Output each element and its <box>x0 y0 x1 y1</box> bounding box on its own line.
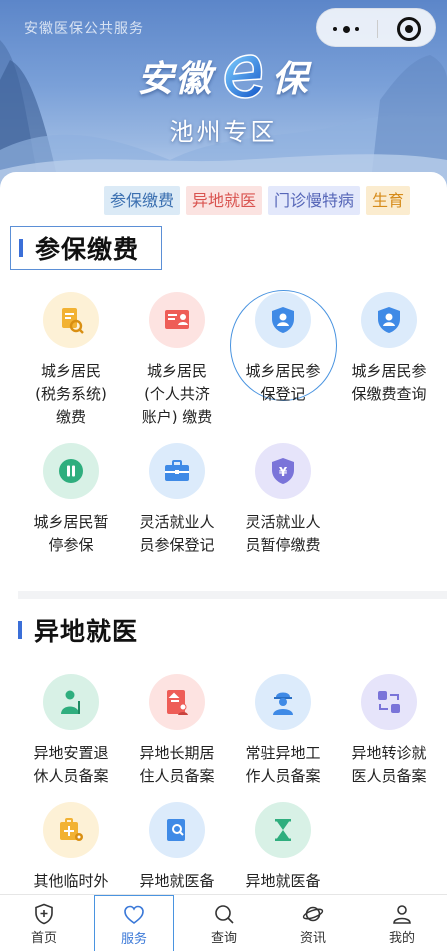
shield-user-icon <box>361 292 417 348</box>
svg-text:¥: ¥ <box>279 465 288 479</box>
quick-tab-chronic[interactable]: 门诊慢特病 <box>268 186 361 215</box>
tab-label: 我的 <box>388 931 415 946</box>
shield-user-icon <box>255 292 311 348</box>
tab-label: 首页 <box>30 931 57 946</box>
tab-query[interactable]: 查询 <box>184 895 264 951</box>
document-search-icon <box>43 292 99 348</box>
service-item-retiree-filing[interactable]: 异地安置退 休人员备案 <box>21 674 121 788</box>
tab-news[interactable]: 资讯 <box>273 895 353 951</box>
briefcase-icon <box>149 443 205 499</box>
section-accent-bar <box>19 239 23 257</box>
planet-icon <box>302 906 324 922</box>
tab-label: 服务 <box>120 932 147 947</box>
quick-tab-insurance[interactable]: 参保缴费 <box>104 186 181 215</box>
user-icon <box>393 905 411 924</box>
service-item-flexible-registration[interactable]: 灵活就业人 员参保登记 <box>127 443 227 557</box>
section-accent-bar <box>18 621 22 639</box>
app-logo: 安徽 保 <box>0 50 447 106</box>
header-banner: 安徽医保公共服务 安徽 保 池州专区 <box>0 0 447 190</box>
medical-kit-location-icon <box>43 802 99 858</box>
section-header-insurance: 参保缴费 <box>10 226 162 270</box>
search-icon <box>215 905 234 924</box>
quick-tab-maternity[interactable]: 生育 <box>366 186 411 215</box>
transfer-icon <box>361 674 417 730</box>
logo-text-left: 安徽 <box>137 59 214 100</box>
service-label: 异地就医备 <box>245 872 321 890</box>
service-item-resident-tax-payment[interactable]: 城乡居民 (税务系统) 缴费 <box>21 292 121 429</box>
service-item-remote-filing-status[interactable]: 异地就医备 <box>233 802 333 893</box>
section-header-remote: 异地就医 <box>10 608 162 652</box>
e-logo-icon <box>223 54 263 99</box>
service-label: 其他临时外 <box>33 872 109 890</box>
service-label: 城乡居民暂 停参保 <box>33 513 109 554</box>
service-item-resident-suspend[interactable]: 城乡居民暂 停参保 <box>21 443 121 557</box>
service-item-resident-registration[interactable]: 城乡居民参 保登记 <box>233 292 333 406</box>
service-item-long-term-residence-filing[interactable]: 异地长期居 住人员备案 <box>127 674 227 788</box>
region-title: 池州专区 <box>169 118 278 146</box>
service-label: 灵活就业人 员暂停缴费 <box>245 513 321 554</box>
service-label: 异地长期居 住人员备案 <box>139 744 215 785</box>
search-card-icon <box>149 802 205 858</box>
yuan-shield-icon: ¥ <box>255 443 311 499</box>
service-item-resident-payment-query[interactable]: 城乡居民参 保缴费查询 <box>339 292 439 406</box>
service-label: 城乡居民 (个人共济 账户) 缴费 <box>141 362 213 426</box>
service-label: 异地转诊就 医人员备案 <box>351 744 427 785</box>
service-label: 城乡居民 (税务系统) 缴费 <box>35 362 107 426</box>
service-item-referral-filing[interactable]: 异地转诊就 医人员备案 <box>339 674 439 788</box>
service-item-flexible-suspend[interactable]: ¥ 灵活就业人 员暂停缴费 <box>233 443 333 557</box>
section-separator <box>18 591 447 599</box>
service-label: 城乡居民参 保登记 <box>245 362 321 403</box>
heart-icon <box>124 905 144 924</box>
service-label: 异地就医备 <box>139 872 215 890</box>
service-item-other-temporary[interactable]: 其他临时外 <box>21 802 121 893</box>
tab-home[interactable]: 首页 <box>4 895 84 951</box>
tab-label: 查询 <box>210 931 237 946</box>
quick-tab-remote[interactable]: 异地就医 <box>186 186 263 215</box>
capsule-divider <box>377 20 378 38</box>
worker-icon <box>255 674 311 730</box>
section-title: 异地就医 <box>34 617 139 646</box>
service-item-resident-shared-account-payment[interactable]: 城乡居民 (个人共济 账户) 缴费 <box>127 292 227 429</box>
more-dots-icon[interactable] <box>333 25 361 33</box>
service-item-remote-worker-filing[interactable]: 常驻异地工 作人员备案 <box>233 674 333 788</box>
section-title: 参保缴费 <box>35 235 140 264</box>
home-shield-icon <box>35 903 53 925</box>
tab-label: 资讯 <box>299 931 326 946</box>
bottom-tab-bar: 首页 服务 查询 资讯 我的 <box>0 894 447 951</box>
retiree-icon <box>43 674 99 730</box>
tab-service[interactable]: 服务 <box>94 895 174 951</box>
service-label: 灵活就业人 员参保登记 <box>139 513 215 554</box>
book-card-icon <box>149 292 205 348</box>
service-card: 参保缴费 异地就医 门诊慢特病 生育 参保缴费 城乡居民 (税务系统) 缴费 城乡居民… <box>0 172 447 894</box>
pause-icon <box>43 443 99 499</box>
mini-program-capsule[interactable] <box>316 8 436 47</box>
quick-tabs: 参保缴费 异地就医 门诊慢特病 生育 <box>104 186 416 215</box>
tab-mine[interactable]: 我的 <box>362 895 442 951</box>
service-item-remote-filing-query[interactable]: 异地就医备 <box>127 802 227 893</box>
residence-card-icon <box>149 674 205 730</box>
service-label: 常驻异地工 作人员备案 <box>245 744 321 785</box>
service-label: 异地安置退 休人员备案 <box>33 744 109 785</box>
logo-text-right: 保 <box>271 59 310 100</box>
hourglass-icon <box>255 802 311 858</box>
service-label: 城乡居民参 保缴费查询 <box>351 362 427 403</box>
app-name: 安徽医保公共服务 <box>24 21 144 37</box>
target-icon[interactable] <box>397 17 421 41</box>
